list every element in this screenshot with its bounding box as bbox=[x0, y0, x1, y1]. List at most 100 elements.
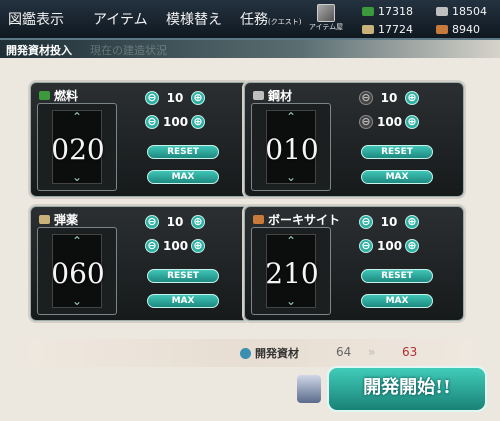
steel-icon bbox=[253, 91, 264, 100]
robot-icon bbox=[297, 375, 321, 403]
shop-icon bbox=[317, 4, 335, 22]
fuel-count: 17318 bbox=[362, 5, 413, 18]
menu-items[interactable]: アイテム bbox=[93, 9, 148, 29]
bauxite-value: 8940 bbox=[452, 23, 480, 36]
bauxite-counter: ⌃ 210 ⌄ bbox=[251, 227, 331, 315]
dev-material-current: 64 bbox=[336, 345, 352, 359]
shop-label: アイテム屋 bbox=[308, 23, 344, 31]
minus-icon[interactable]: ⊖ bbox=[359, 215, 373, 229]
down-arrow-icon[interactable]: ⌄ bbox=[286, 171, 296, 183]
ammo-card-title: 弾薬 bbox=[39, 211, 78, 228]
steel-card: 鋼材 ⌃ 010 ⌄ ⊖ 10 ⊕ ⊖ 100 ⊕ RESET MAX bbox=[244, 82, 464, 197]
ammo-value: 17724 bbox=[378, 23, 413, 36]
step-value: 100 bbox=[377, 115, 403, 129]
plus-icon[interactable]: ⊕ bbox=[191, 239, 205, 253]
ammo-amount: 060 bbox=[51, 257, 105, 290]
card-name: 弾薬 bbox=[54, 213, 79, 227]
steel-icon bbox=[436, 7, 448, 16]
plus-icon[interactable]: ⊕ bbox=[405, 115, 419, 129]
minus-icon[interactable]: ⊖ bbox=[359, 239, 373, 253]
item-shop-button[interactable]: アイテム屋 bbox=[306, 4, 346, 36]
bauxite-step-10: ⊖ 10 ⊕ bbox=[359, 215, 419, 229]
dev-material-after: 63 bbox=[402, 345, 418, 359]
menu-quests-sub: (クエスト) bbox=[268, 18, 302, 26]
up-arrow-icon[interactable]: ⌃ bbox=[286, 235, 296, 247]
card-name: 鋼材 bbox=[268, 89, 293, 103]
minus-icon[interactable]: ⊖ bbox=[359, 91, 373, 105]
up-arrow-icon[interactable]: ⌃ bbox=[72, 111, 82, 123]
fuel-value: 17318 bbox=[378, 5, 413, 18]
bauxite-reset-button[interactable]: RESET bbox=[361, 269, 433, 283]
fuel-max-button[interactable]: MAX bbox=[147, 170, 219, 184]
fuel-card: 燃料 ⌃ 020 ⌄ ⊖ 10 ⊕ ⊖ 100 ⊕ RESET MAX bbox=[30, 82, 250, 197]
fuel-reset-button[interactable]: RESET bbox=[147, 145, 219, 159]
development-material-tally: 開発資材 64 » 63 bbox=[30, 339, 472, 367]
minus-icon[interactable]: ⊖ bbox=[145, 215, 159, 229]
step-value: 10 bbox=[380, 91, 398, 105]
fuel-counter: ⌃ 020 ⌄ bbox=[37, 103, 117, 191]
bauxite-max-button[interactable]: MAX bbox=[361, 294, 433, 308]
start-development-button[interactable]: 開発開始!! bbox=[327, 366, 487, 412]
dev-material-text: 開発資材 bbox=[255, 347, 299, 360]
ammo-counter: ⌃ 060 ⌄ bbox=[37, 227, 117, 315]
bauxite-icon bbox=[253, 215, 264, 224]
step-value: 100 bbox=[377, 239, 403, 253]
bauxite-count: 8940 bbox=[436, 23, 480, 36]
minus-icon[interactable]: ⊖ bbox=[145, 239, 159, 253]
dev-material-icon bbox=[240, 347, 251, 359]
down-arrow-icon[interactable]: ⌄ bbox=[72, 171, 82, 183]
down-arrow-icon[interactable]: ⌄ bbox=[72, 295, 82, 307]
menu-furniture[interactable]: 模様替え bbox=[166, 9, 222, 29]
dev-material-label: 開発資材 bbox=[240, 345, 299, 361]
counter-window: ⌃ 010 ⌄ bbox=[265, 110, 319, 184]
step-value: 10 bbox=[166, 215, 184, 229]
plus-icon[interactable]: ⊕ bbox=[405, 215, 419, 229]
fuel-card-title: 燃料 bbox=[39, 87, 78, 104]
steel-card-title: 鋼材 bbox=[253, 87, 292, 104]
plus-icon[interactable]: ⊕ bbox=[191, 215, 205, 229]
step-value: 10 bbox=[380, 215, 398, 229]
minus-icon[interactable]: ⊖ bbox=[145, 115, 159, 129]
plus-icon[interactable]: ⊕ bbox=[191, 115, 205, 129]
fuel-step-100: ⊖ 100 ⊕ bbox=[145, 115, 205, 129]
bauxite-step-100: ⊖ 100 ⊕ bbox=[359, 239, 419, 253]
card-name: 燃料 bbox=[54, 89, 79, 103]
steel-value: 18504 bbox=[452, 5, 487, 18]
up-arrow-icon[interactable]: ⌃ bbox=[72, 235, 82, 247]
steel-counter: ⌃ 010 ⌄ bbox=[251, 103, 331, 191]
fuel-icon bbox=[39, 91, 50, 100]
ammo-card: 弾薬 ⌃ 060 ⌄ ⊖ 10 ⊕ ⊖ 100 ⊕ RESET MAX bbox=[30, 206, 250, 321]
steel-reset-button[interactable]: RESET bbox=[361, 145, 433, 159]
chevron-right-icon: » bbox=[368, 345, 376, 359]
steel-amount: 010 bbox=[265, 133, 319, 166]
minus-icon[interactable]: ⊖ bbox=[359, 115, 373, 129]
plus-icon[interactable]: ⊕ bbox=[405, 91, 419, 105]
ammo-reset-button[interactable]: RESET bbox=[147, 269, 219, 283]
ammo-count: 17724 bbox=[362, 23, 413, 36]
down-arrow-icon[interactable]: ⌄ bbox=[286, 295, 296, 307]
ammo-icon bbox=[362, 25, 374, 34]
up-arrow-icon[interactable]: ⌃ bbox=[286, 111, 296, 123]
bauxite-amount: 210 bbox=[265, 257, 319, 290]
counter-window: ⌃ 210 ⌄ bbox=[265, 234, 319, 308]
fuel-step-10: ⊖ 10 ⊕ bbox=[145, 91, 205, 105]
steel-step-100: ⊖ 100 ⊕ bbox=[359, 115, 419, 129]
fuel-amount: 020 bbox=[51, 133, 105, 166]
steel-count: 18504 bbox=[436, 5, 487, 18]
step-value: 100 bbox=[163, 115, 189, 129]
menu-encyclopedia[interactable]: 図鑑表示 bbox=[8, 9, 64, 29]
steel-max-button[interactable]: MAX bbox=[361, 170, 433, 184]
section-banner: 開発資材投入 現在の建造状況 bbox=[0, 40, 500, 58]
counter-window: ⌃ 020 ⌄ bbox=[51, 110, 105, 184]
bauxite-icon bbox=[436, 25, 448, 34]
plus-icon[interactable]: ⊕ bbox=[405, 239, 419, 253]
ammo-icon bbox=[39, 215, 50, 224]
step-value: 100 bbox=[163, 239, 189, 253]
ammo-max-button[interactable]: MAX bbox=[147, 294, 219, 308]
menu-quests[interactable]: 任務(クエスト) bbox=[240, 9, 301, 29]
minus-icon[interactable]: ⊖ bbox=[145, 91, 159, 105]
banner-title: 開発資材投入 bbox=[6, 44, 72, 57]
menu-quests-label: 任務 bbox=[240, 12, 268, 28]
bauxite-card: ボーキサイト ⌃ 210 ⌄ ⊖ 10 ⊕ ⊖ 100 ⊕ RESET MAX bbox=[244, 206, 464, 321]
plus-icon[interactable]: ⊕ bbox=[191, 91, 205, 105]
